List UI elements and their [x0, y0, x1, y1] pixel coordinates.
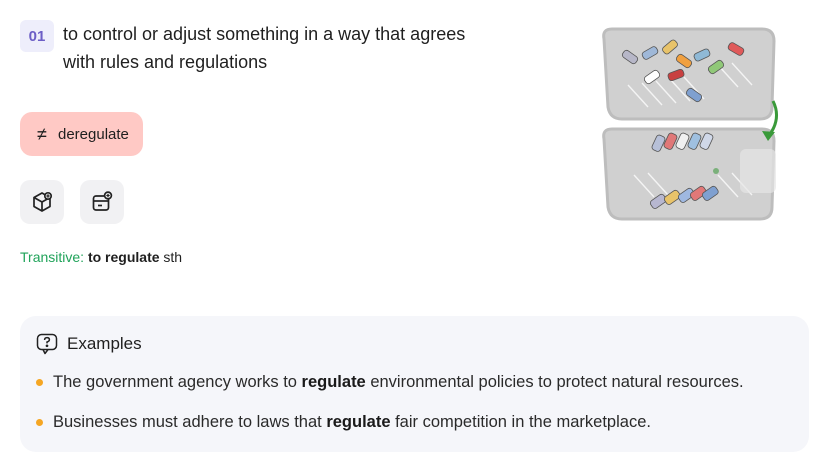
- examples-heading: Examples: [36, 333, 142, 355]
- grammar-verb: to regulate: [87, 249, 160, 265]
- parking-lot-illustration: [602, 27, 779, 221]
- example-item: The government agency works to regulate …: [36, 373, 744, 392]
- card-add-icon: [92, 191, 113, 211]
- grammar-pattern: Transitive: to regulate sth: [20, 249, 182, 265]
- example-item: Businesses must adhere to laws that regu…: [36, 413, 651, 432]
- sense-definition: to control or adjust something in a way …: [63, 24, 466, 72]
- sense-number-badge: 01: [20, 20, 54, 52]
- example-text: The government agency works to regulate …: [53, 373, 744, 391]
- grammar-type: Transitive:: [20, 249, 85, 265]
- bullet-dot: [36, 419, 43, 426]
- example-text: Businesses must adhere to laws that regu…: [53, 413, 651, 431]
- examples-heading-text: Examples: [67, 334, 142, 353]
- add-to-collection-button[interactable]: [20, 180, 64, 224]
- add-flashcard-button[interactable]: [80, 180, 124, 224]
- antonym-word: deregulate: [58, 125, 129, 143]
- cube-add-icon: [33, 191, 53, 212]
- question-bubble-icon: [36, 333, 58, 355]
- antonym-chip[interactable]: ≠ deregulate: [20, 112, 143, 156]
- grammar-object: sth: [163, 249, 183, 265]
- examples-panel: Examples The government agency works to …: [20, 316, 809, 452]
- not-equal-icon: ≠: [37, 123, 47, 144]
- bullet-dot: [36, 379, 43, 386]
